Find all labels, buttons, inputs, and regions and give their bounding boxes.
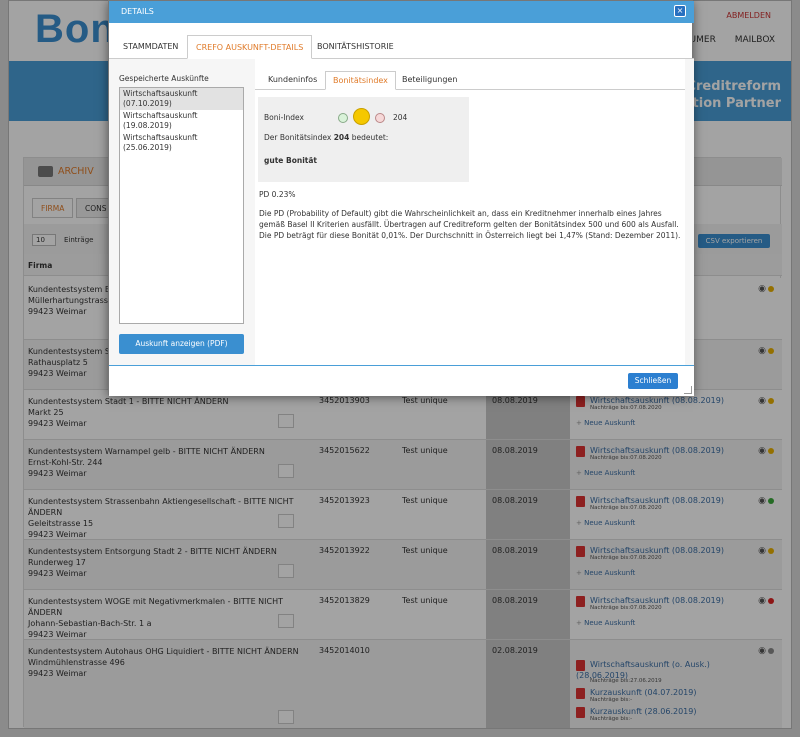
boni-index-label: Boni-Index (264, 113, 304, 122)
tab-beteiligungen[interactable]: Beteiligungen (395, 71, 464, 90)
green-light-icon (338, 113, 348, 123)
pd-description: Die PD (Probability of Default) gibt die… (259, 209, 681, 240)
red-light-icon (375, 113, 385, 123)
tab-kundeninfos[interactable]: Kundeninfos (261, 71, 324, 90)
pd-value: PD 0.23% (259, 190, 296, 199)
inner-tabs: Kundeninfos Bonitätsindex Beteiligungen (255, 71, 685, 90)
modal-tabs: STAMMDATEN CREFO AUSKUNFT-DETAILS BONITÄ… (109, 35, 694, 59)
modal-header: DETAILS × (109, 1, 694, 23)
details-modal: DETAILS × STAMMDATEN CREFO AUSKUNFT-DETA… (108, 0, 694, 396)
close-icon[interactable]: × (674, 5, 686, 17)
saved-reports-label: Gespeicherte Auskünfte (119, 74, 209, 83)
detail-panel: Kundeninfos Bonitätsindex Beteiligungen … (255, 59, 685, 365)
saved-report-item[interactable]: Wirtschaftsauskunft (19.08.2019) (120, 110, 243, 132)
saved-report-item[interactable]: Wirtschaftsauskunft (07.10.2019) (120, 88, 243, 110)
saved-report-item[interactable]: Wirtschaftsauskunft (25.06.2019) (120, 132, 243, 154)
modal-body: Gespeicherte Auskünfte Wirtschaftsauskun… (109, 59, 694, 365)
rating-text: gute Bonität (264, 156, 318, 165)
modal-title: DETAILS (121, 7, 154, 16)
show-pdf-button[interactable]: Auskunft anzeigen (PDF) (119, 334, 244, 354)
tab-bonitaetshistorie[interactable]: BONITÄTSHISTORIE (309, 35, 402, 59)
saved-reports-list[interactable]: Wirtschaftsauskunft (07.10.2019) Wirtsch… (119, 87, 244, 324)
tab-crefo-details[interactable]: CREFO AUSKUNFT-DETAILS (187, 35, 313, 59)
tab-stammdaten[interactable]: STAMMDATEN (115, 35, 186, 59)
modal-footer: Schließen (109, 365, 694, 396)
boni-index-box: Boni-Index 204 Der Bonitätsindex 204 bed… (258, 97, 469, 182)
tab-bonitaetsindex[interactable]: Bonitätsindex (325, 71, 396, 90)
resize-grip-icon[interactable] (684, 386, 692, 394)
yellow-light-icon (353, 108, 370, 125)
boni-index-value: 204 (393, 113, 408, 122)
boni-meaning: Der Bonitätsindex 204 bedeutet: (264, 133, 389, 142)
close-button[interactable]: Schließen (628, 373, 678, 389)
